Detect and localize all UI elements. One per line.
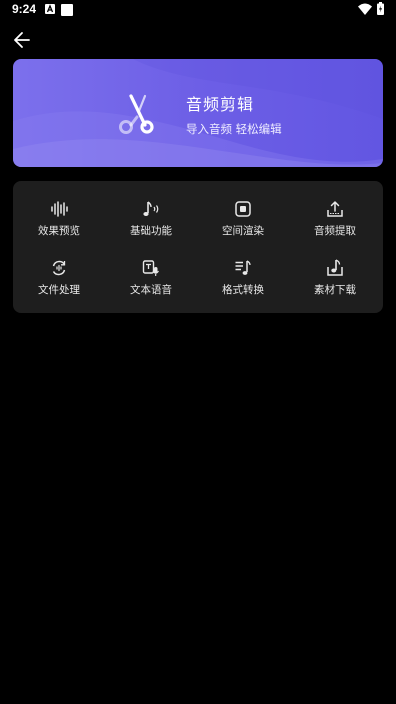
tool-label: 音频提取 bbox=[314, 225, 356, 237]
back-button[interactable] bbox=[10, 28, 36, 52]
tool-label: 文件处理 bbox=[38, 284, 80, 296]
tool-basic-functions[interactable]: 基础功能 bbox=[105, 190, 197, 240]
audio-edit-banner[interactable]: 音频剪辑 导入音频 轻松编辑 bbox=[13, 59, 383, 167]
battery-icon bbox=[377, 2, 384, 15]
tool-label: 素材下载 bbox=[314, 284, 356, 296]
tool-label: 基础功能 bbox=[130, 225, 172, 237]
wifi-icon bbox=[358, 3, 372, 15]
arrow-left-icon bbox=[14, 32, 30, 48]
tool-spatial-render[interactable]: 空间渲染 bbox=[197, 190, 289, 240]
tool-effect-preview[interactable]: 效果预览 bbox=[13, 190, 105, 240]
file-process-icon bbox=[52, 260, 66, 276]
tools-grid: 效果预览 基础功能 空间渲染 音频提取 文件处理 文本语音 格式转换 素材下载 bbox=[13, 181, 383, 313]
status-time: 9:24 bbox=[12, 2, 37, 16]
material-download-icon bbox=[327, 259, 343, 276]
tool-format-convert[interactable]: 格式转换 bbox=[197, 249, 289, 299]
tool-text-to-speech[interactable]: 文本语音 bbox=[105, 249, 197, 299]
tool-label: 空间渲染 bbox=[222, 225, 264, 237]
spatial-chip-icon bbox=[235, 201, 251, 217]
a-notification-icon bbox=[45, 4, 55, 14]
tool-label: 格式转换 bbox=[222, 284, 264, 296]
music-note-sound-icon bbox=[143, 201, 159, 216]
status-bar: 9:24 bbox=[0, 0, 396, 22]
extract-upload-icon bbox=[327, 200, 343, 217]
format-convert-icon bbox=[235, 260, 251, 275]
tool-label: 效果预览 bbox=[38, 225, 80, 237]
tool-audio-extract[interactable]: 音频提取 bbox=[289, 190, 381, 240]
banner-subtitle: 导入音频 轻松编辑 bbox=[186, 122, 282, 136]
banner-title: 音频剪辑 bbox=[186, 95, 255, 114]
text-to-speech-icon bbox=[142, 260, 159, 276]
waveform-icon bbox=[51, 201, 68, 217]
square-notification-icon bbox=[61, 4, 73, 16]
tool-file-process[interactable]: 文件处理 bbox=[13, 249, 105, 299]
tool-material-download[interactable]: 素材下载 bbox=[289, 249, 381, 299]
scissors-cut-icon bbox=[119, 94, 154, 134]
tool-label: 文本语音 bbox=[130, 284, 172, 296]
